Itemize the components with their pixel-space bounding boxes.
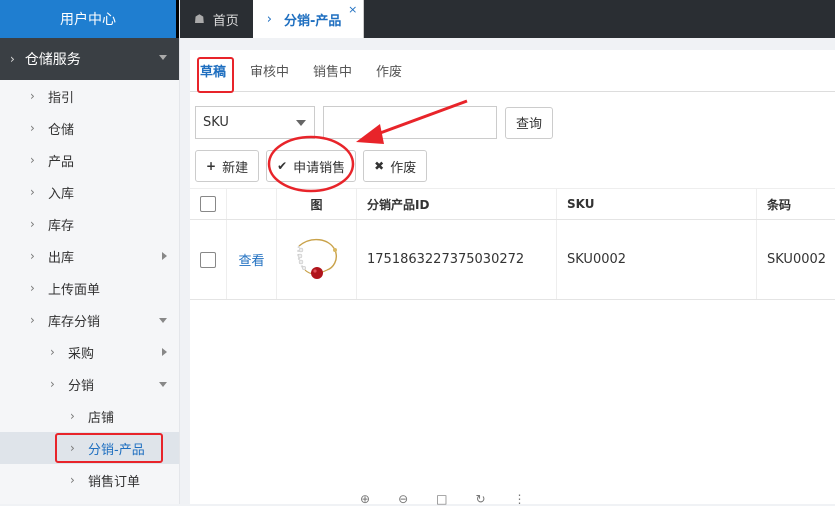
table-header: 图 分销产品ID SKU 条码: [190, 188, 835, 220]
void-button[interactable]: ✖ 作废: [363, 150, 428, 182]
sidebar-item-purchase[interactable]: › 采购: [0, 336, 179, 368]
sidebar-item-label: 分销: [68, 378, 95, 394]
product-id-cell: 1751863227375030272: [356, 220, 556, 299]
main-panel: 草稿 审核中 销售中 作废 SKU 查询 + 新建 ✔ 申请销售 ✖ 作废 图: [190, 50, 835, 504]
status-tabs: 草稿 审核中 销售中 作废: [190, 50, 835, 92]
home-icon: ☗: [194, 12, 205, 26]
sidebar-item-label: 产品: [48, 154, 75, 170]
select-all-cell: [190, 189, 226, 219]
caret-down-icon: [159, 318, 167, 323]
product-table: 图 分销产品ID SKU 条码 查看 1751863227375030272 S…: [190, 188, 835, 300]
plus-icon: +: [206, 159, 217, 173]
x-icon: ✖: [374, 159, 385, 173]
field-select-value: SKU: [203, 115, 229, 130]
sidebar-item-label: 出库: [48, 250, 75, 266]
caret-down-icon: [159, 55, 167, 60]
close-icon[interactable]: ×: [348, 3, 357, 16]
tab-distribution-product[interactable]: › 分销-产品 ×: [252, 0, 365, 38]
chevron-right-icon: ›: [70, 473, 75, 487]
row-checkbox[interactable]: [200, 251, 216, 268]
draft-tab-highlight: [197, 57, 234, 93]
sidebar-header[interactable]: 用户中心: [0, 0, 179, 38]
sidebar-item-sales-order[interactable]: › 销售订单: [0, 464, 179, 496]
image-cell: [276, 220, 356, 299]
chevron-right-icon: ›: [10, 52, 15, 66]
dropdown-arrow-icon: [296, 120, 306, 126]
highlight-box: [55, 433, 163, 463]
chevron-right-icon: ›: [30, 121, 35, 135]
chevron-right-icon: ›: [50, 377, 55, 391]
sidebar-group-label: 仓储服务: [24, 52, 81, 68]
header-image: 图: [276, 189, 356, 219]
tab-reviewing[interactable]: 审核中: [250, 61, 289, 80]
sidebar-item-label: 采购: [68, 346, 95, 362]
sidebar-item-label: 仓储: [48, 122, 75, 138]
header-sku[interactable]: SKU: [556, 189, 756, 219]
check-icon: ✔: [277, 159, 288, 173]
sidebar-item-guide[interactable]: › 指引: [0, 80, 179, 112]
chevron-right-icon: ›: [30, 89, 35, 103]
new-button-label: 新建: [222, 160, 249, 176]
chevron-right-icon: ›: [30, 313, 35, 327]
sidebar-item-label: 上传面单: [48, 282, 101, 298]
sku-cell: SKU0002: [556, 220, 756, 299]
sidebar-item-label: 店铺: [88, 410, 115, 426]
tab-on-sale[interactable]: 销售中: [313, 61, 352, 80]
apply-sale-button-label: 申请销售: [293, 160, 346, 176]
sidebar-item-inbound[interactable]: › 入库: [0, 176, 179, 208]
chevron-right-icon: ›: [50, 345, 55, 359]
tab-label: 首页: [212, 13, 239, 29]
sidebar-item-storage[interactable]: › 仓储: [0, 112, 179, 144]
chevron-right-icon: ›: [30, 217, 35, 231]
sidebar-item-label: 指引: [48, 90, 75, 106]
sidebar-item-label: 入库: [48, 186, 75, 202]
sidebar-item-label: 销售订单: [88, 474, 141, 490]
chevron-right-icon: ›: [266, 11, 272, 27]
chevron-right-icon: ›: [30, 185, 35, 199]
bracelet-thumbnail[interactable]: [288, 231, 345, 288]
search-input[interactable]: [323, 106, 497, 139]
sidebar-item-label: 库存: [48, 218, 75, 234]
sidebar-group-warehouse[interactable]: › 仓储服务: [0, 38, 179, 80]
sidebar-item-inventory[interactable]: › 库存: [0, 208, 179, 240]
view-cell: 查看: [226, 220, 276, 299]
caret-right-icon: [162, 252, 167, 260]
sidebar-item-inventory-distribution[interactable]: › 库存分销: [0, 304, 179, 336]
chevron-right-icon: ›: [30, 153, 35, 167]
void-button-label: 作废: [390, 160, 417, 176]
chevron-right-icon: ›: [30, 281, 35, 295]
sidebar-item-product[interactable]: › 产品: [0, 144, 179, 176]
apply-sale-button[interactable]: ✔ 申请销售: [266, 150, 357, 182]
field-select[interactable]: SKU: [195, 106, 315, 139]
header-product-id[interactable]: 分销产品ID: [356, 189, 556, 219]
sidebar-item-label: 库存分销: [48, 314, 101, 330]
barcode-cell: SKU0002: [756, 220, 835, 299]
tab-home[interactable]: ☗ 首页: [180, 0, 253, 38]
table-row: 查看 1751863227375030272 SKU0002 SKU0002: [190, 220, 835, 300]
caret-down-icon: [159, 382, 167, 387]
filter-bar: SKU 查询: [195, 106, 554, 139]
row-select-cell: [190, 220, 226, 299]
tab-void[interactable]: 作废: [376, 61, 402, 80]
top-tab-bar: ☗ 首页 › 分销-产品 ×: [180, 0, 835, 38]
new-button[interactable]: + 新建: [195, 150, 260, 182]
chevron-right-icon: ›: [30, 249, 35, 263]
select-all-checkbox[interactable]: [200, 196, 216, 212]
query-button[interactable]: 查询: [505, 106, 554, 139]
caret-right-icon: [162, 348, 167, 356]
header-barcode[interactable]: 条码: [756, 189, 835, 219]
view-link[interactable]: 查看: [238, 250, 264, 269]
sidebar-item-store[interactable]: › 店铺: [0, 400, 179, 432]
sidebar-item-outbound[interactable]: › 出库: [0, 240, 179, 272]
sidebar-item-upload-label[interactable]: › 上传面单: [0, 272, 179, 304]
chevron-right-icon: ›: [70, 409, 75, 423]
sidebar: 用户中心 › 仓储服务 › 指引 › 仓储 › 产品 › 入库 › 库存 › 出库 › 上传面…: [0, 0, 180, 504]
header-cell: [226, 189, 276, 219]
tab-label: 分销-产品: [283, 13, 342, 29]
action-bar: + 新建 ✔ 申请销售 ✖ 作废: [195, 150, 428, 182]
sidebar-item-distribution[interactable]: › 分销: [0, 368, 179, 400]
